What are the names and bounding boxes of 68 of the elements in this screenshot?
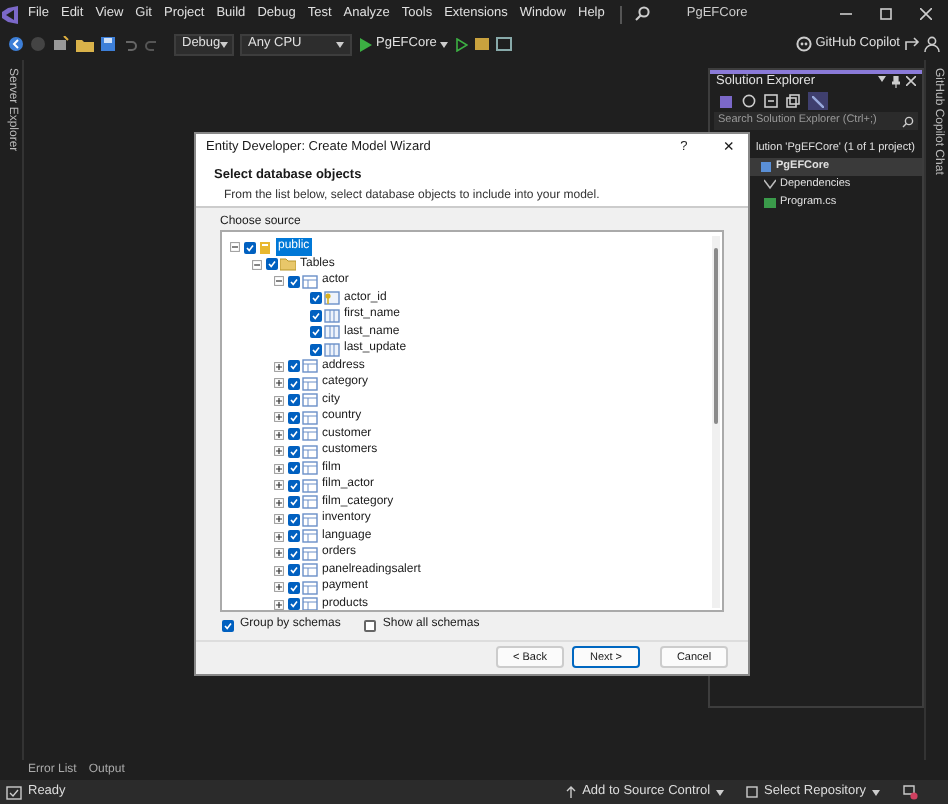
caret-icon: [440, 41, 449, 47]
check-icon: [290, 277, 298, 286]
undo-icon[interactable]: [122, 36, 138, 52]
expand-icon[interactable]: [274, 480, 284, 491]
expand-icon[interactable]: [274, 412, 284, 423]
caret-icon: [220, 41, 229, 47]
caret-icon: [872, 789, 880, 795]
expand-icon[interactable]: [274, 582, 284, 593]
expand-icon[interactable]: [274, 361, 284, 372]
repository-icon: [746, 786, 759, 798]
minimize-icon[interactable]: [840, 8, 852, 20]
open-folder-icon[interactable]: [76, 36, 94, 52]
expand-icon[interactable]: [274, 429, 284, 440]
expand-icon[interactable]: [274, 395, 284, 406]
collapse-icon[interactable]: [252, 259, 262, 270]
check-icon: [246, 243, 254, 252]
copy-icon[interactable]: [786, 94, 800, 108]
expand-icon[interactable]: [274, 548, 284, 559]
caret-icon: [336, 41, 344, 47]
expand-icon[interactable]: [274, 531, 284, 542]
maximize-icon[interactable]: [880, 8, 892, 20]
expand-icon[interactable]: [274, 463, 284, 474]
expand-icon[interactable]: [274, 446, 284, 457]
caret-icon[interactable]: [878, 76, 886, 82]
tree-view[interactable]: [220, 229, 724, 612]
check-icon: [224, 621, 232, 630]
expand-icon[interactable]: [274, 565, 284, 576]
layout-icon[interactable]: [496, 36, 513, 52]
expand-icon[interactable]: [274, 599, 284, 610]
play-icon: [360, 37, 372, 51]
copilot-icon[interactable]: [795, 36, 812, 52]
csharp-icon: [764, 196, 776, 210]
notification-icon[interactable]: [902, 784, 918, 800]
expand-icon[interactable]: [274, 497, 284, 508]
pin-icon[interactable]: [892, 76, 900, 88]
folder-icon: [280, 256, 296, 273]
history-icon[interactable]: [742, 94, 756, 108]
collapse-icon[interactable]: [230, 242, 240, 253]
expand-icon[interactable]: [274, 378, 284, 389]
up-arrow-icon: [566, 786, 577, 798]
scrollbar-thumb[interactable]: [714, 247, 718, 424]
expand-icon[interactable]: [274, 514, 284, 525]
search-icon[interactable]: [634, 6, 651, 22]
ready-icon: [6, 785, 22, 799]
close-icon[interactable]: [920, 8, 932, 20]
check-icon: [268, 260, 276, 269]
back-navigation-icon[interactable]: [8, 36, 24, 52]
collapse-all-icon[interactable]: [764, 94, 778, 108]
close-icon[interactable]: [906, 76, 916, 86]
switch-views-icon[interactable]: [720, 94, 734, 108]
save-icon[interactable]: [100, 36, 116, 52]
new-item-icon[interactable]: [52, 36, 70, 52]
caret-icon: [716, 789, 725, 795]
database-icon: [258, 239, 274, 256]
collapse-icon[interactable]: [274, 276, 284, 287]
person-icon[interactable]: [924, 36, 940, 52]
play-outline-icon[interactable]: [456, 37, 469, 51]
table-icon: [302, 273, 318, 290]
share-icon[interactable]: [904, 36, 920, 52]
search-icon: [902, 115, 914, 127]
close-button[interactable]: ×: [723, 138, 734, 157]
key-column-icon: [324, 290, 340, 307]
project-icon: [760, 160, 772, 174]
sync-button[interactable]: [808, 92, 828, 110]
window-icon[interactable]: [474, 36, 491, 52]
checkbox[interactable]: [364, 619, 377, 632]
sync-icon: [812, 95, 824, 107]
dependencies-icon: [764, 178, 776, 192]
